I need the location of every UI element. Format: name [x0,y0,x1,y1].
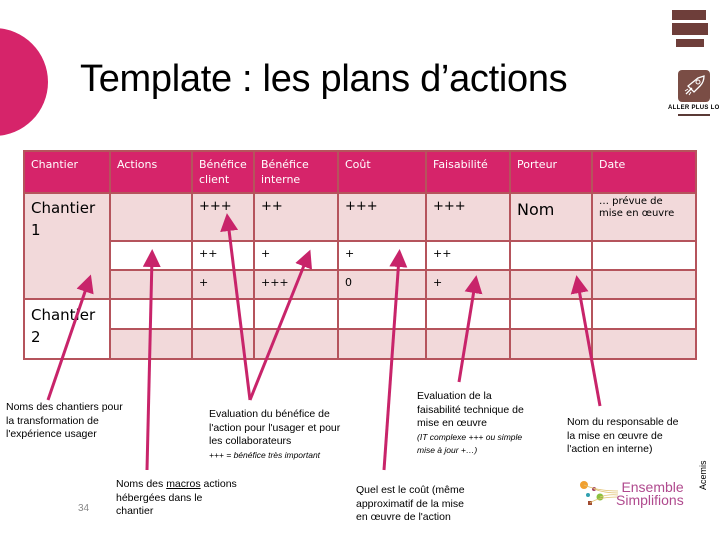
actions-cell [109,269,193,300]
faisabilite-note-text: (IT complexe +++ ou simple mise à jour +… [417,431,523,456]
header-porteur: Porteur [509,150,593,194]
porteur-cell [509,328,593,360]
page-number: 34 [78,503,90,514]
header-cout: Coût [337,150,427,194]
decorative-pink-circle [0,28,48,136]
header-date: Date [591,150,697,194]
benefice-client-cell: +++ [191,192,255,242]
actions-cell [109,192,193,242]
cout-cell: 0 [337,269,427,300]
cout-cell: +++ [337,192,427,242]
table-row [24,328,697,360]
actions-cell [109,240,193,271]
faisabilite-cell: ++ [425,240,511,271]
mini-slides-thumbnail [670,8,710,52]
annotation-cout: Quel est le coût (même approximatif de l… [356,484,465,523]
benefice-client-cell [191,328,255,360]
logo-text-line2: Simplifions [616,492,684,508]
actions-cell [109,328,193,360]
date-cell [591,269,697,300]
badge-underline [678,114,710,116]
annotation-macros: Noms des macros actions hébergées dans l… [116,478,241,519]
macros-underlined: macros [166,478,201,490]
table-row: ++ + + ++ [24,240,697,271]
logo-text: Ensemble Simplifions [616,480,684,508]
header-faisabilite: Faisabilité [425,150,511,194]
benefice-interne-cell [253,298,339,330]
faisabilite-cell: + [425,269,511,300]
cout-cell [337,298,427,330]
date-cell [591,240,697,271]
annotation-benefice: Evaluation du bénéfice de l'action pour … [209,408,349,462]
benefice-main-text: Evaluation du bénéfice de l'action pour … [209,408,341,447]
benefice-note-text: +++ = bénéfice très important [209,449,321,460]
annotation-faisabilite: Evaluation de la faisabilité technique d… [417,390,527,458]
macros-prefix: Noms des [116,478,167,490]
benefice-interne-cell [253,328,339,360]
faisabilite-cell [425,328,511,360]
benefice-client-cell [191,298,255,330]
side-label: Acemis [698,460,708,490]
faisabilite-cell: +++ [425,192,511,242]
porteur-cell [509,269,593,300]
table-row: + +++ 0 + [24,269,697,300]
porteur-cell [509,298,593,330]
porteur-cell: Nom [509,192,593,242]
faisabilite-cell [425,298,511,330]
table-row: Chantier 2 [23,298,697,360]
date-cell: … prévue de mise en œuvre [591,192,697,242]
annotation-chantiers: Noms des chantiers pour la transformatio… [6,401,123,440]
slide-title: Template : les plans d’actions [80,58,568,100]
actions-cell [109,298,193,330]
benefice-client-cell: ++ [191,240,255,271]
table-header-row: Chantier Actions Bénéfice client Bénéfic… [23,150,697,194]
logo-mark-icon [580,481,619,505]
chantier-2-cell: Chantier 2 [23,298,111,360]
benefice-interne-cell: +++ [253,269,339,300]
benefice-interne-cell: ++ [253,192,339,242]
benefice-interne-cell: + [253,240,339,271]
chantier-1-cell: Chantier 1 [23,192,111,300]
faisabilite-main-text: Evaluation de la faisabilité technique d… [417,390,524,429]
header-chantier: Chantier [23,150,111,194]
date-cell [591,328,697,360]
date-cell [591,298,697,330]
header-benefice-interne: Bénéfice interne [253,150,339,194]
porteur-cell [509,240,593,271]
ensemble-simplifions-logo: Ensemble Simplifions [578,477,688,517]
benefice-client-cell: + [191,269,255,300]
rocket-icon [678,70,710,102]
annotation-porteur: Nom du responsable de la mise en œuvre d… [567,416,679,455]
aller-plus-loin-label: ALLER PLUS LOIN [668,105,720,111]
header-actions: Actions [109,150,193,194]
header-benefice-client: Bénéfice client [191,150,255,194]
cout-cell: + [337,240,427,271]
cout-cell [337,328,427,360]
table-row: Chantier 1 +++ ++ +++ +++ Nom … prévue d… [23,192,697,300]
action-plan-table: Chantier Actions Bénéfice client Bénéfic… [23,150,697,360]
